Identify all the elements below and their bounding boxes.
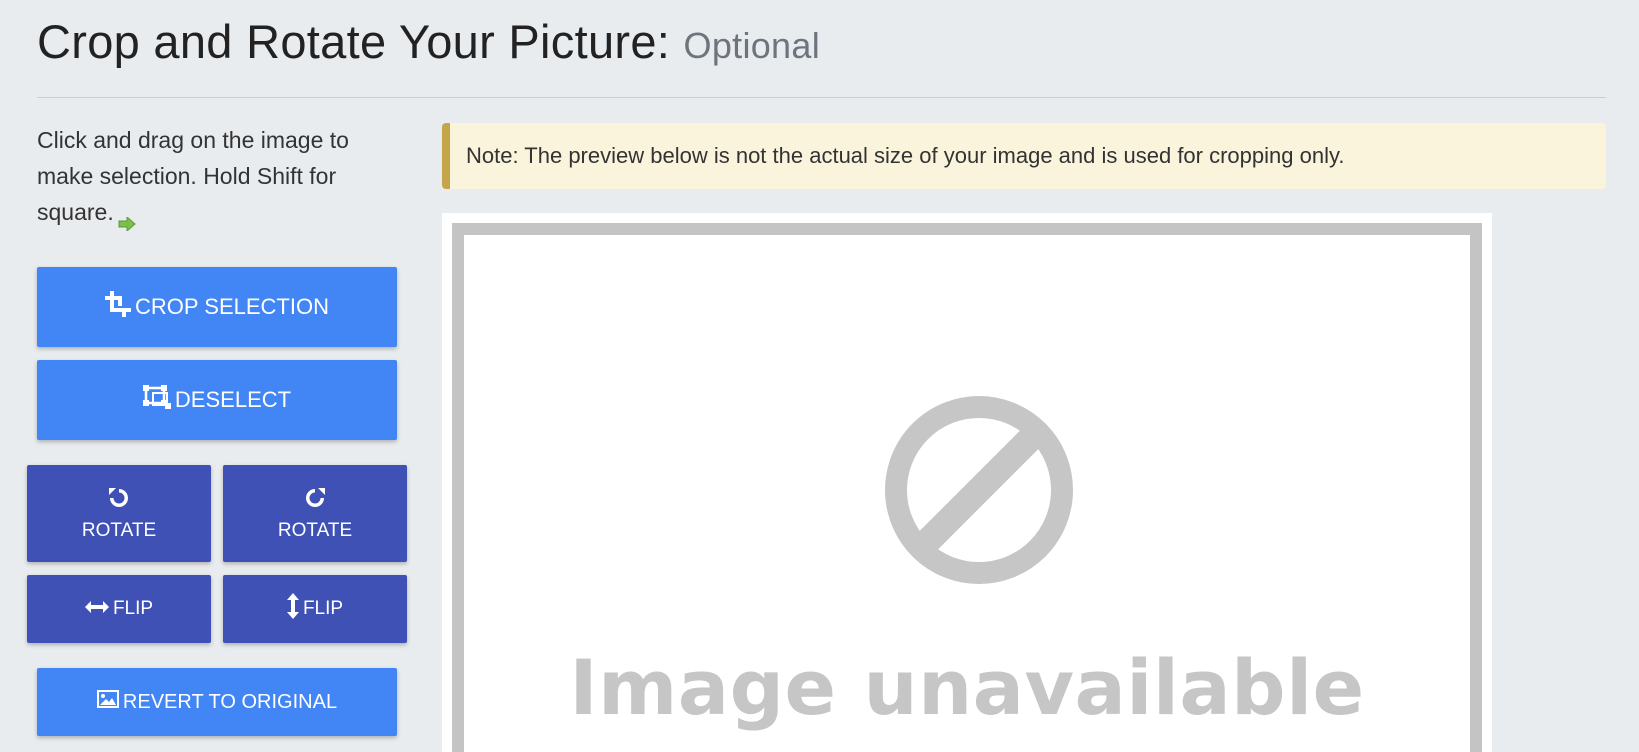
page-subtitle: Optional <box>683 25 821 66</box>
horizontal-arrows-icon <box>84 598 109 620</box>
rotate-right-label: ROTATE <box>277 519 353 541</box>
page: Crop and Rotate Your Picture: Optional C… <box>0 0 1639 752</box>
flip-horizontal-label: FLIP <box>112 598 154 619</box>
vertical-arrows-icon <box>286 593 299 625</box>
flip-vertical-label: FLIP <box>302 598 344 619</box>
image-placeholder: Image unavailable <box>452 223 1482 752</box>
rotate-right-icon <box>303 486 327 516</box>
crop-selection-label: CROP SELECTION <box>135 294 329 319</box>
image-unavailable-text: Image unavailable <box>569 643 1365 732</box>
page-title-text: Crop and Rotate Your Picture: <box>37 15 684 68</box>
preview-note-text: Note: The preview below is not the actua… <box>466 143 1345 168</box>
image-icon <box>96 690 119 714</box>
header-divider <box>37 97 1606 98</box>
arrow-right-icon <box>118 205 136 233</box>
flip-vertical-button[interactable]: FLIP <box>223 575 407 643</box>
revert-label: REVERT TO ORIGINAL <box>122 690 338 713</box>
instructions: Click and drag on the image to make sele… <box>37 122 377 233</box>
rotate-right-button[interactable]: ROTATE <box>223 465 407 562</box>
crop-icon <box>105 291 131 323</box>
rotate-left-icon <box>107 486 131 516</box>
deselect-icon <box>142 385 171 415</box>
instructions-text: Click and drag on the image to make sele… <box>37 127 349 225</box>
page-title: Crop and Rotate Your Picture: Optional <box>37 14 820 69</box>
image-preview[interactable]: Image unavailable <box>442 213 1492 752</box>
rotate-left-button[interactable]: ROTATE <box>27 465 211 562</box>
preview-note: Note: The preview below is not the actua… <box>442 123 1606 189</box>
deselect-label: DESELECT <box>174 387 292 412</box>
crop-selection-button[interactable]: CROP SELECTION <box>37 267 397 347</box>
deselect-button[interactable]: DESELECT <box>37 360 397 440</box>
revert-to-original-button[interactable]: REVERT TO ORIGINAL <box>37 668 397 736</box>
rotate-left-label: ROTATE <box>81 519 157 541</box>
flip-horizontal-button[interactable]: FLIP <box>27 575 211 643</box>
prohibited-icon <box>884 395 1074 590</box>
